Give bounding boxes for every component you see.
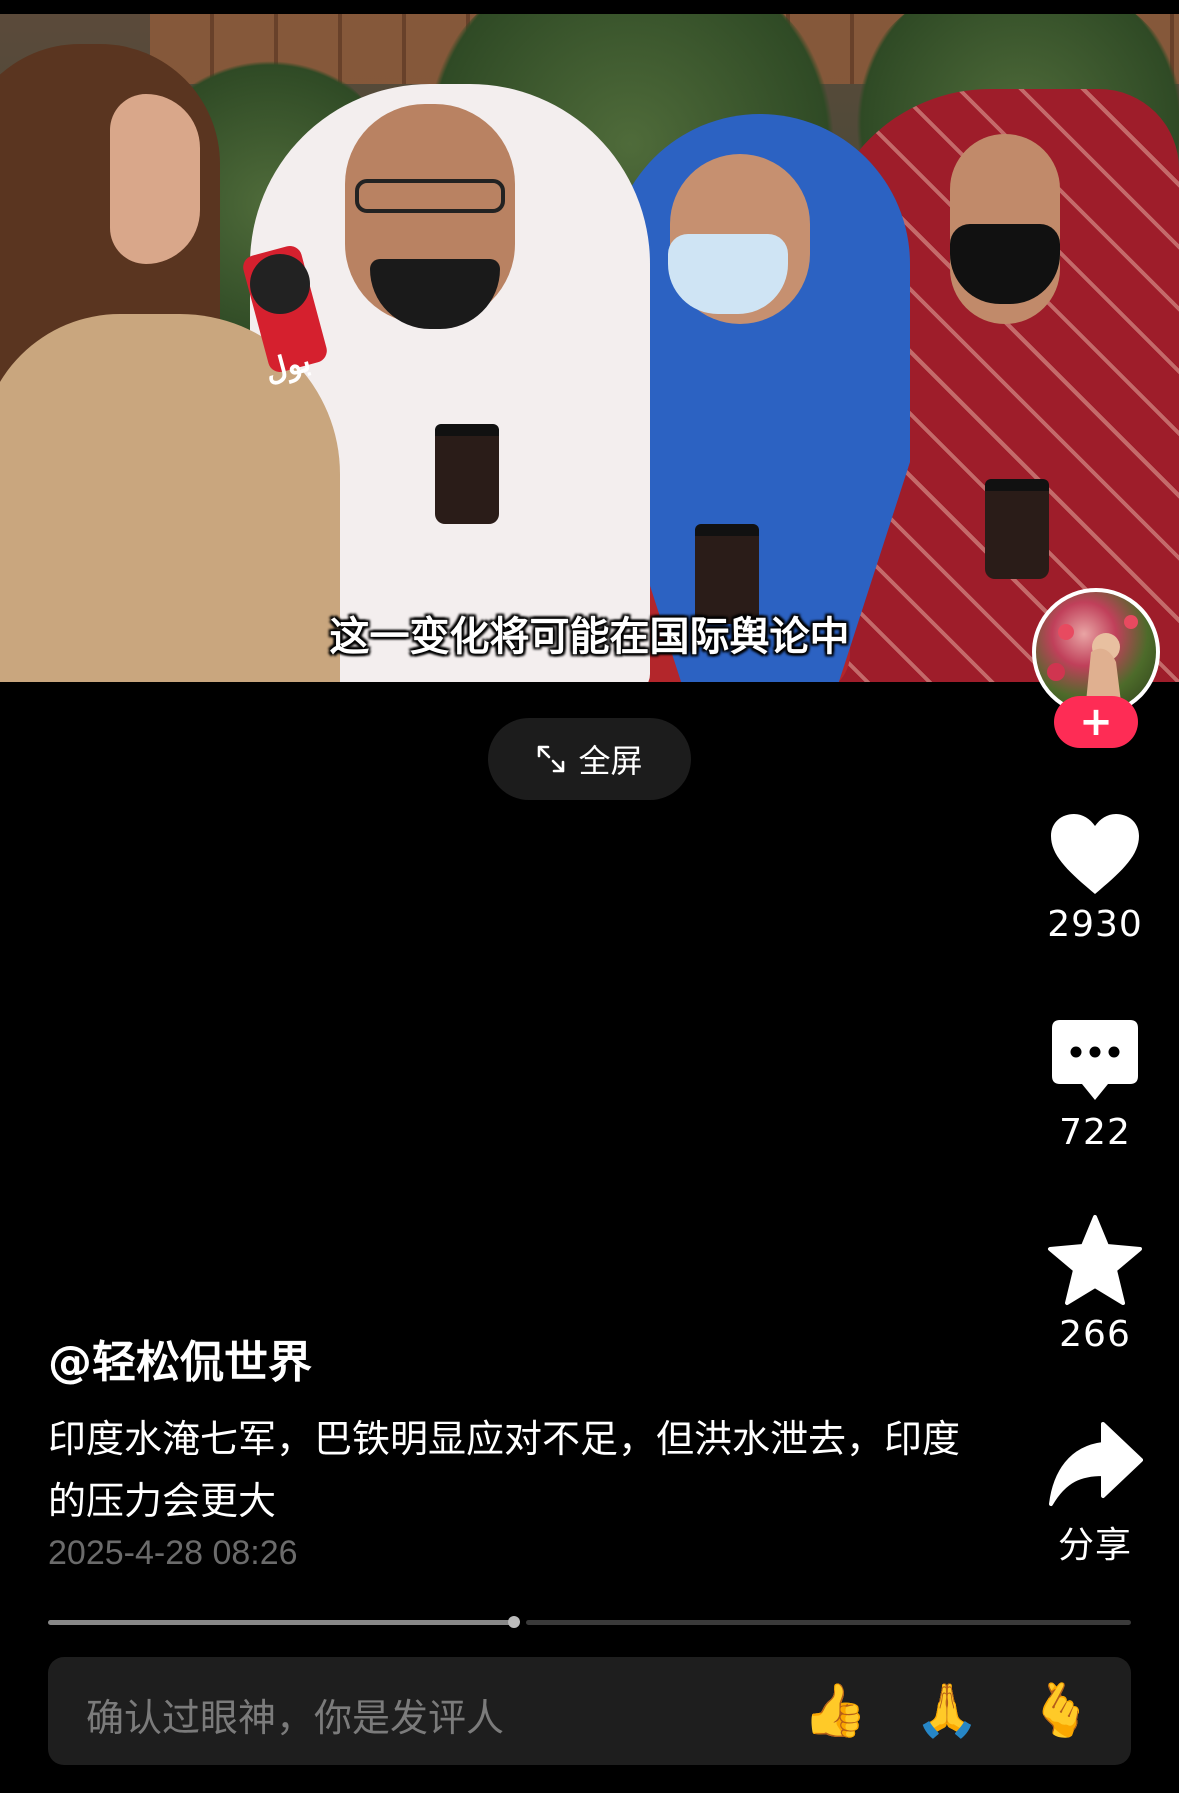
thumbs-up-emoji-button[interactable]: 👍: [802, 1677, 868, 1743]
video-microphone-head: [250, 254, 310, 314]
comment-button[interactable]: 722: [1030, 1018, 1160, 1153]
video-coffee-cup: [985, 479, 1049, 579]
favorite-count: 266: [1059, 1314, 1131, 1355]
video-reporter-face: [110, 94, 200, 264]
fullscreen-button[interactable]: 全屏: [488, 718, 691, 800]
comment-input-bar[interactable]: 确认过眼神，你是发评人 👍 🙏 🫰: [48, 1657, 1131, 1765]
favorite-button[interactable]: 266: [1030, 1214, 1160, 1355]
video-player[interactable]: بول: [0, 14, 1179, 682]
expand-arrows-icon: [538, 745, 565, 773]
follow-button[interactable]: +: [1054, 696, 1138, 748]
star-icon: [1048, 1215, 1142, 1305]
like-count: 2930: [1047, 904, 1143, 945]
share-button[interactable]: 分享: [1030, 1420, 1160, 1568]
post-timestamp: 2025-4-28 08:26: [48, 1534, 298, 1572]
comment-count: 722: [1059, 1112, 1131, 1153]
avatar-image: [1047, 615, 1138, 702]
video-progress-bar[interactable]: [48, 1616, 1131, 1628]
heart-icon: [1051, 814, 1139, 894]
comment-bubble-icon: [1052, 1020, 1138, 1100]
progress-thumb[interactable]: [508, 1616, 520, 1628]
post-description: 印度水淹七军，巴铁明显应对不足，但洪水泄去，印度的压力会更大: [48, 1417, 961, 1523]
share-arrow-icon: [1049, 1422, 1143, 1506]
comment-input[interactable]: 确认过眼神，你是发评人: [86, 1687, 504, 1742]
video-coffee-cup: [435, 424, 499, 524]
video-person-left-glasses: [355, 179, 505, 213]
progress-played: [48, 1620, 514, 1625]
progress-remaining: [526, 1620, 1131, 1625]
folded-hands-emoji-button[interactable]: 🙏: [914, 1677, 980, 1743]
video-person-middle-mask: [668, 234, 788, 314]
share-label: 分享: [1057, 1525, 1132, 1566]
like-button[interactable]: 2930: [1030, 812, 1160, 945]
plus-icon: +: [1079, 699, 1113, 745]
video-subtitle: 这一变化将可能在国际舆论中: [329, 614, 850, 660]
fullscreen-label: 全屏: [578, 742, 643, 780]
finger-heart-emoji-button[interactable]: 🫰: [1028, 1677, 1094, 1743]
author-handle[interactable]: @轻松侃世界: [48, 1326, 312, 1390]
